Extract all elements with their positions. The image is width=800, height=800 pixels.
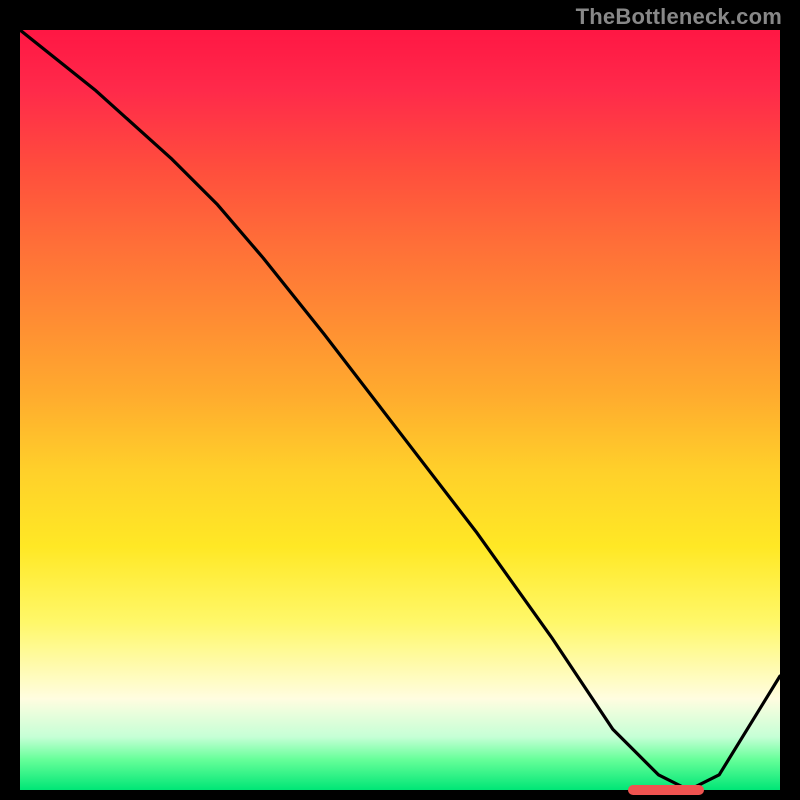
chart-frame: TheBottleneck.com xyxy=(0,0,800,800)
optimal-range-marker xyxy=(628,785,704,795)
watermark-text: TheBottleneck.com xyxy=(576,4,782,30)
plot-area xyxy=(20,30,780,790)
bottleneck-curve xyxy=(20,30,780,790)
